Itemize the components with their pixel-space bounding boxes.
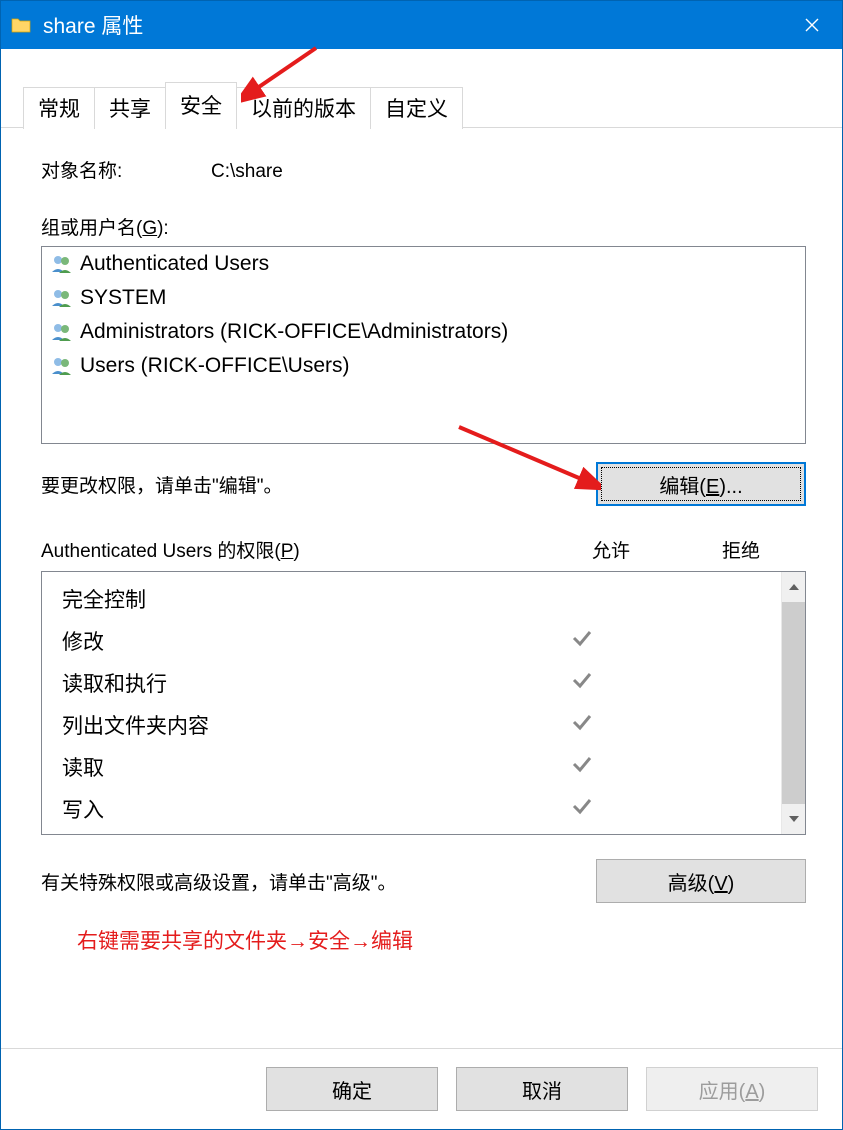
allow-cell	[517, 755, 647, 779]
edit-button[interactable]: 编辑(E)...	[596, 462, 806, 506]
allow-cell	[517, 713, 647, 737]
scrollbar-thumb[interactable]	[782, 602, 805, 804]
cancel-button[interactable]: 取消	[456, 1067, 628, 1111]
permissions-listbox[interactable]: 完全控制 修改 读取和执行 列出文件夹内	[41, 571, 806, 835]
list-item[interactable]: SYSTEM	[42, 281, 805, 315]
apply-button[interactable]: 应用(A)	[646, 1067, 818, 1111]
list-item[interactable]: Administrators (RICK-OFFICE\Administrato…	[42, 315, 805, 349]
deny-column-header: 拒绝	[676, 536, 806, 563]
tabstrip: 常规 共享 安全 以前的版本 自定义	[1, 49, 842, 127]
permission-row: 读取	[62, 746, 777, 788]
security-panel: 对象名称: C:\share 组或用户名(G): Authenticated U…	[1, 127, 842, 965]
scroll-up-arrow-icon[interactable]	[782, 572, 805, 602]
list-item-label: Authenticated Users	[80, 252, 269, 276]
scroll-down-arrow-icon[interactable]	[782, 804, 805, 834]
permission-row: 读取和执行	[62, 662, 777, 704]
folder-icon	[11, 16, 31, 34]
permissions-for-label: Authenticated Users 的权限(P)	[41, 536, 546, 563]
edit-hint-text: 要更改权限，请单击"编辑"。	[41, 471, 283, 498]
advanced-button[interactable]: 高级(V)	[596, 859, 806, 903]
scrollbar[interactable]	[781, 572, 805, 834]
permission-name: 修改	[62, 626, 517, 656]
advanced-hint-text: 有关特殊权限或高级设置，请单击"高级"。	[41, 868, 397, 895]
group-icon	[50, 288, 74, 308]
permission-name: 写入	[62, 794, 517, 824]
permission-name: 列出文件夹内容	[62, 710, 517, 740]
permission-row: 完全控制	[62, 578, 777, 620]
tab-previous-versions[interactable]: 以前的版本	[236, 87, 371, 129]
tab-general[interactable]: 常规	[23, 87, 95, 129]
tab-sharing[interactable]: 共享	[94, 87, 166, 129]
permissions-body: 完全控制 修改 读取和执行 列出文件夹内	[42, 572, 781, 834]
object-name-label: 对象名称:	[41, 156, 211, 183]
dialog-footer: 确定 取消 应用(A)	[1, 1048, 842, 1129]
group-icon	[50, 254, 74, 274]
allow-cell	[517, 671, 647, 695]
list-item[interactable]: Authenticated Users	[42, 247, 805, 281]
group-users-label: 组或用户名(G):	[41, 213, 806, 240]
tab-customize[interactable]: 自定义	[370, 87, 463, 129]
permission-name: 读取	[62, 752, 517, 782]
list-item-label: SYSTEM	[80, 286, 166, 310]
allow-column-header: 允许	[546, 536, 676, 563]
titlebar: share 属性	[1, 1, 842, 49]
list-item-label: Users (RICK-OFFICE\Users)	[80, 354, 350, 378]
annotation-text: 右键需要共享的文件夹→安全→编辑	[77, 925, 806, 955]
permission-row: 写入	[62, 788, 777, 830]
properties-dialog: share 属性 常规 共享 安全 以前的版本 自定义 对象名称: C:\sha…	[0, 0, 843, 1130]
ok-button[interactable]: 确定	[266, 1067, 438, 1111]
window-title: share 属性	[43, 10, 143, 40]
allow-cell	[517, 629, 647, 653]
allow-cell	[517, 797, 647, 821]
permission-row: 列出文件夹内容	[62, 704, 777, 746]
permission-row: 修改	[62, 620, 777, 662]
group-icon	[50, 322, 74, 342]
permission-name: 完全控制	[62, 584, 517, 614]
group-users-listbox[interactable]: Authenticated Users SYSTEM Administrator…	[41, 246, 806, 444]
close-button[interactable]	[782, 1, 842, 49]
object-name-value: C:\share	[211, 161, 283, 183]
group-icon	[50, 356, 74, 376]
list-item[interactable]: Users (RICK-OFFICE\Users)	[42, 349, 805, 383]
list-item-label: Administrators (RICK-OFFICE\Administrato…	[80, 320, 508, 344]
tab-security[interactable]: 安全	[165, 82, 237, 128]
client-area: 常规 共享 安全 以前的版本 自定义 对象名称: C:\share 组或用户名(…	[1, 49, 842, 1129]
permission-name: 读取和执行	[62, 668, 517, 698]
